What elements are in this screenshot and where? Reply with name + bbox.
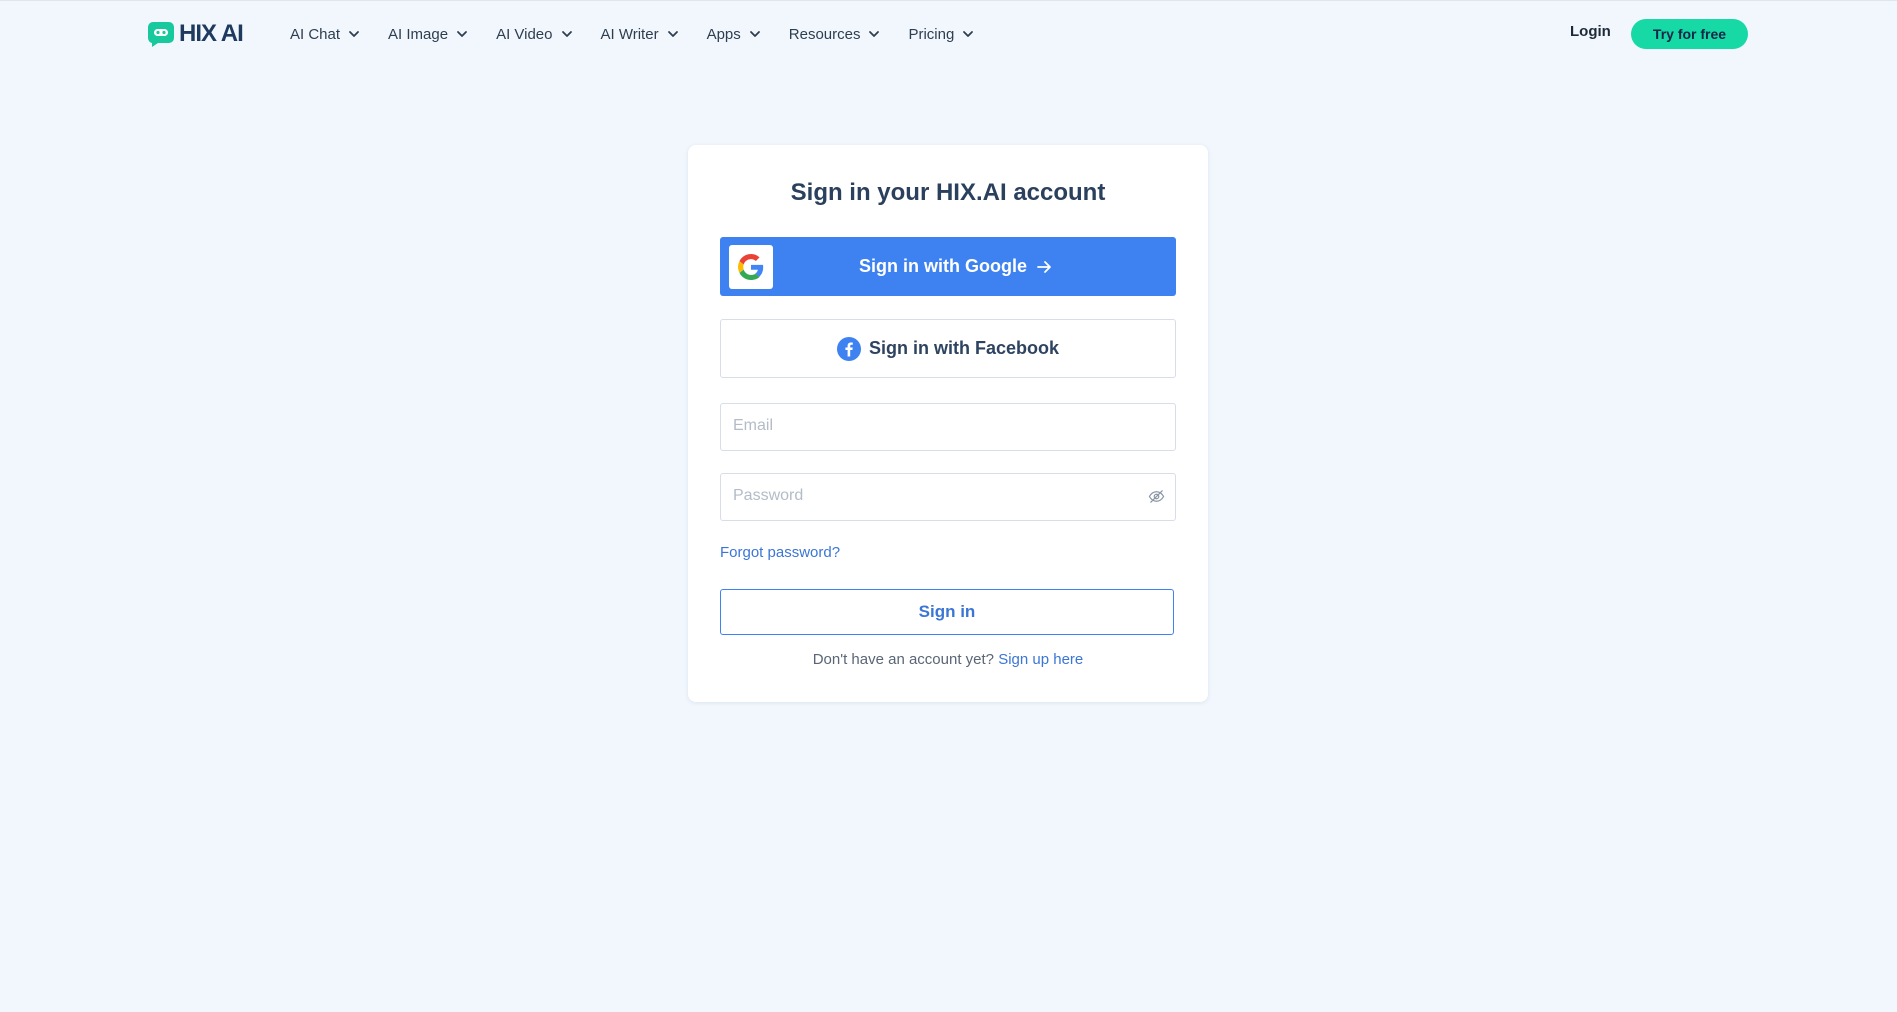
- google-icon: [738, 254, 764, 280]
- nav-item-ai-writer[interactable]: AI Writer: [601, 26, 679, 43]
- site-header: HIX AI AI Chat AI Image AI Video AI Writ…: [0, 1, 1897, 65]
- login-link[interactable]: Login: [1570, 23, 1611, 40]
- sign-in-button[interactable]: Sign in: [720, 589, 1174, 635]
- nav-item-resources[interactable]: Resources: [789, 26, 881, 43]
- chevron-down-icon: [869, 31, 880, 37]
- logo-text: HIX AI: [179, 20, 244, 47]
- signin-card: Sign in your HIX.AI account Sign in with…: [688, 145, 1208, 702]
- sign-up-link[interactable]: Sign up here: [998, 651, 1083, 668]
- nav-item-ai-video[interactable]: AI Video: [496, 26, 572, 43]
- nav-item-label: Resources: [788, 25, 861, 43]
- facebook-icon: [836, 336, 861, 361]
- chevron-down-icon: [349, 31, 359, 37]
- forgot-password-link[interactable]: Forgot password?: [720, 544, 840, 561]
- main-nav: AI Chat AI Image AI Video AI Writer Apps…: [290, 21, 1002, 47]
- nav-item-ai-image[interactable]: AI Image: [388, 26, 468, 43]
- google-signin-button[interactable]: Sign in with Google: [720, 237, 1176, 296]
- google-icon-box: [729, 245, 773, 289]
- try-for-free-button[interactable]: Try for free: [1631, 19, 1748, 49]
- nav-item-apps[interactable]: Apps: [707, 26, 761, 43]
- signup-prompt: Don't have an account yet? Sign up here: [688, 651, 1208, 668]
- email-input[interactable]: [721, 404, 1133, 448]
- hix-logo-icon: [147, 22, 174, 47]
- nav-item-label: AI Writer: [600, 25, 659, 43]
- chevron-down-icon: [457, 31, 467, 37]
- arrow-right-icon: [1037, 260, 1051, 273]
- nav-item-ai-chat[interactable]: AI Chat: [290, 26, 360, 43]
- nav-item-label: Pricing: [908, 25, 955, 43]
- facebook-signin-button[interactable]: Sign in with Facebook: [720, 319, 1176, 378]
- password-input[interactable]: [721, 474, 1133, 518]
- nav-item-label: AI Image: [388, 25, 449, 43]
- nav-item-label: Apps: [706, 25, 741, 43]
- nav-item-pricing[interactable]: Pricing: [908, 26, 974, 43]
- chevron-down-icon: [963, 31, 974, 37]
- chevron-down-icon: [561, 31, 572, 37]
- nav-item-label: AI Chat: [290, 25, 341, 43]
- email-field: [720, 403, 1176, 451]
- no-account-text: Don't have an account yet?: [812, 651, 995, 668]
- password-field: [720, 473, 1176, 521]
- chevron-down-icon: [667, 31, 678, 37]
- nav-item-label: AI Video: [496, 25, 553, 43]
- eye-off-icon[interactable]: [1148, 488, 1165, 505]
- google-signin-label: Sign in with Google: [859, 256, 1027, 276]
- page-title: Sign in your HIX.AI account: [790, 179, 1106, 206]
- chevron-down-icon: [749, 31, 760, 37]
- facebook-signin-label: Sign in with Facebook: [868, 338, 1059, 358]
- logo[interactable]: HIX AI: [147, 19, 244, 49]
